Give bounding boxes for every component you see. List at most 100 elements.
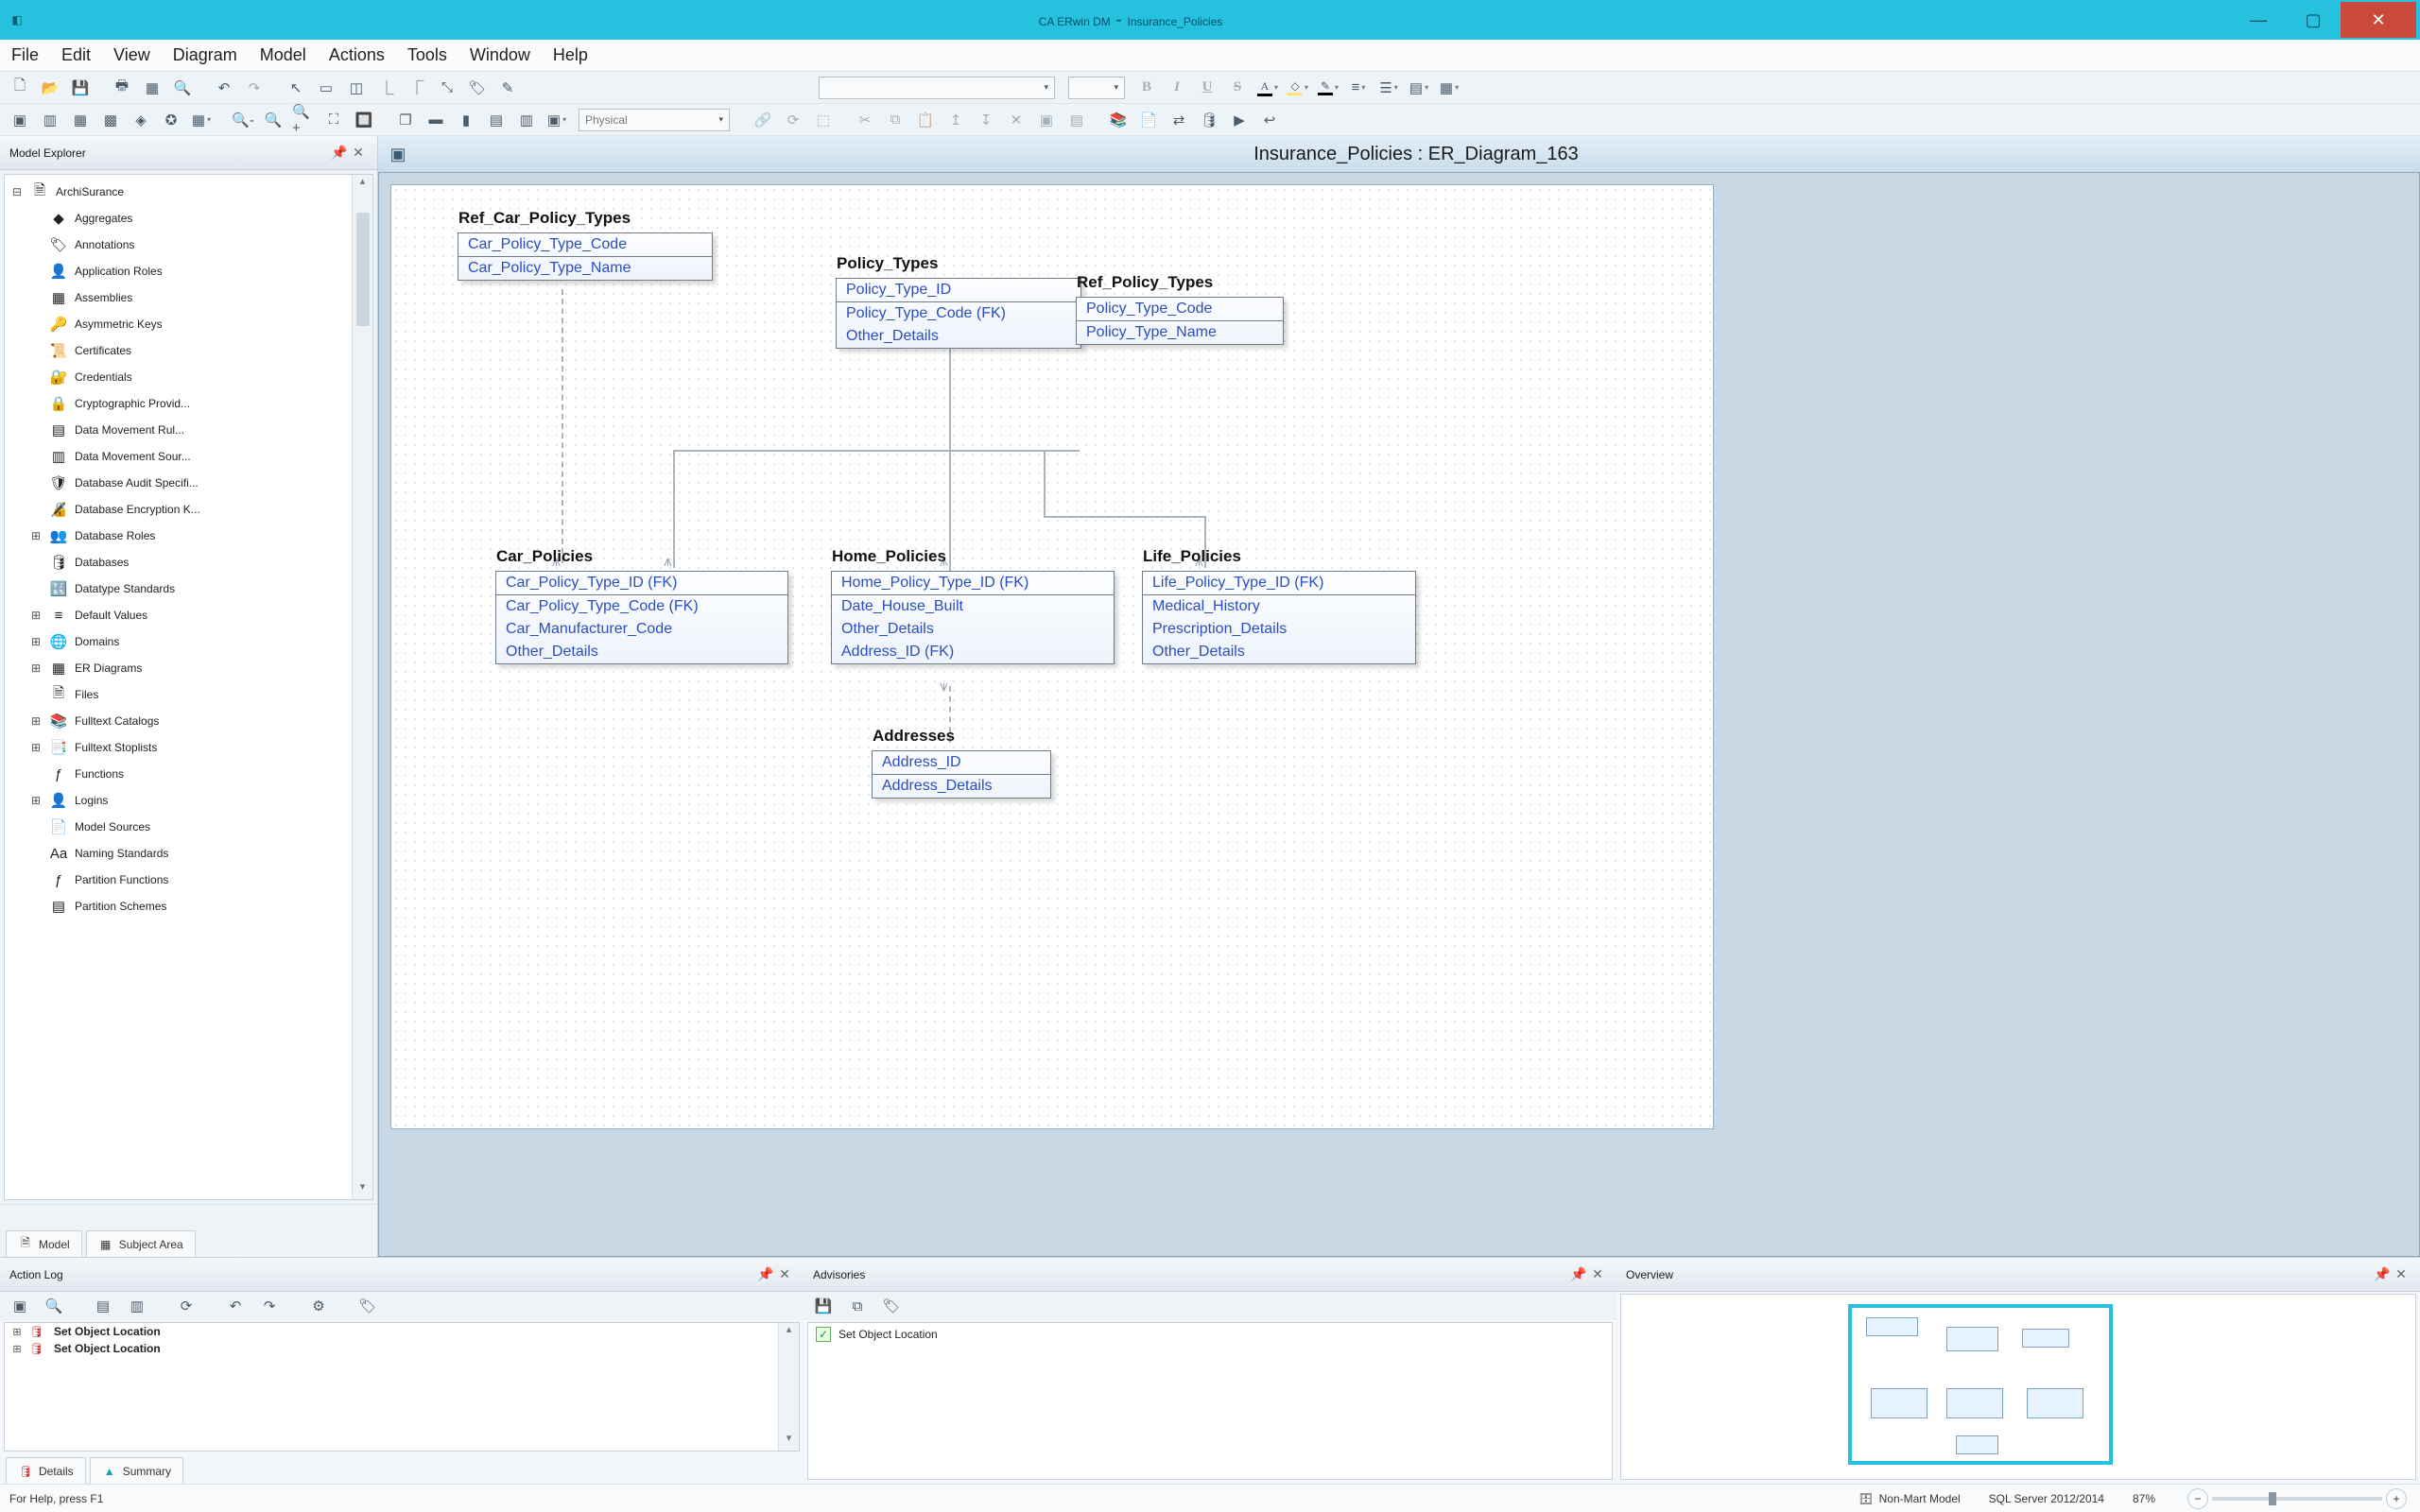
tree-item[interactable]: ⊞📑Fulltext Stoplists — [7, 734, 371, 761]
menu-view[interactable]: View — [113, 45, 150, 65]
al-tb-6-icon[interactable]: ↶ — [223, 1294, 248, 1318]
entity-car-policies[interactable]: Car_Policies Car_Policy_Type_ID (FK) Car… — [495, 571, 788, 664]
tree-item[interactable]: ƒPartition Functions — [7, 867, 371, 893]
diagram-canvas[interactable]: ⩚ ⩚ ⩚ ⩚ ⪪ ⩛ Ref_Car_Policy_Types Car_Pol… — [378, 172, 2420, 1257]
tree-item[interactable]: 📜Certificates — [7, 337, 371, 364]
tile-v-icon[interactable]: ▮ — [454, 108, 478, 132]
entity-attr[interactable]: Home_Policy_Type_ID (FK) — [832, 572, 1114, 594]
entity-attr[interactable]: Other_Details — [832, 618, 1114, 641]
tab-subject-area[interactable]: ▦Subject Area — [86, 1230, 196, 1257]
drawing-tool-icon[interactable]: ✎ — [495, 76, 520, 100]
pointer-icon[interactable]: ↖ — [284, 76, 308, 100]
adv-tb-save-icon[interactable]: 💾 — [811, 1294, 836, 1318]
entity-attr[interactable]: Address_ID (FK) — [832, 641, 1114, 663]
zoom-slider[interactable] — [2212, 1497, 2382, 1501]
cut-icon[interactable]: ✂ — [853, 108, 877, 132]
level-definition-icon[interactable]: ◈ — [129, 108, 153, 132]
entity-ref-car-policy-types[interactable]: Ref_Car_Policy_Types Car_Policy_Type_Cod… — [458, 232, 713, 281]
tree-item[interactable]: 🔐Credentials — [7, 364, 371, 390]
print-icon[interactable]: 🖶 — [110, 76, 134, 100]
tree-item[interactable]: 🛢Databases — [7, 549, 371, 576]
db-re-icon[interactable]: ⬚ — [811, 108, 836, 132]
bold-icon[interactable]: B — [1134, 76, 1159, 100]
entity-attr[interactable]: Policy_Type_Name — [1077, 321, 1283, 344]
menu-tools[interactable]: Tools — [407, 45, 447, 65]
menu-model[interactable]: Model — [260, 45, 306, 65]
explorer-scrollbar-v[interactable]: ▴▾ — [352, 175, 372, 1199]
fill-color-icon[interactable]: ◇ — [1286, 76, 1310, 100]
go-child-icon[interactable]: ↧ — [974, 108, 998, 132]
entity-attr[interactable]: Policy_Type_Code — [1077, 298, 1283, 320]
forward-eng-icon[interactable]: ▶ — [1227, 108, 1252, 132]
tab-details[interactable]: 🛢Details — [6, 1457, 86, 1484]
tree-item[interactable]: 📄Model Sources — [7, 814, 371, 840]
entity-attr[interactable]: Car_Policy_Type_Code (FK) — [496, 595, 787, 618]
tab-model[interactable]: 🗎Model — [6, 1230, 82, 1257]
entity-ref-policy-types[interactable]: Ref_Policy_Types Policy_Type_Code Policy… — [1076, 297, 1284, 345]
open-icon[interactable]: 📂 — [38, 76, 62, 100]
level-entity-icon[interactable]: ▣ — [8, 108, 32, 132]
t2-icon[interactable]: ▤ — [1064, 108, 1089, 132]
entity-addresses[interactable]: Addresses Address_ID Address_Details — [872, 750, 1051, 799]
rel-nonidentifying-icon[interactable]: ⎾ — [405, 76, 429, 100]
tree-item[interactable]: ⊞▦ER Diagrams — [7, 655, 371, 681]
pin-icon[interactable]: 📌 — [2373, 1266, 2392, 1282]
tree-item[interactable]: ⊞≡Default Values — [7, 602, 371, 628]
adv-tb-tag-icon[interactable]: 🏷 — [879, 1294, 904, 1318]
entity-policy-types[interactable]: Policy_Types Policy_Type_ID Policy_Type_… — [836, 278, 1081, 349]
zoom-normal-icon[interactable]: 🔍 — [261, 108, 285, 132]
al-tb-3-icon[interactable]: ▤ — [91, 1294, 115, 1318]
level-more-icon[interactable]: ▦ — [189, 108, 214, 132]
menu-help[interactable]: Help — [553, 45, 588, 65]
diagram-surface[interactable]: ⩚ ⩚ ⩚ ⩚ ⪪ ⩛ Ref_Car_Policy_Types Car_Pol… — [390, 184, 1714, 1129]
tree-item[interactable]: 🔏Database Encryption K... — [7, 496, 371, 523]
tree-item[interactable]: ⊞🌐Domains — [7, 628, 371, 655]
tree-item[interactable]: ▦Assemblies — [7, 284, 371, 311]
mart-icon[interactable]: 🛢 — [1197, 108, 1221, 132]
zoom-rect-icon[interactable]: 🔲 — [352, 108, 376, 132]
diagram-tab-icon[interactable]: ▣ — [384, 145, 412, 164]
entity-attr[interactable]: Car_Policy_Type_ID (FK) — [496, 572, 787, 594]
overview-body[interactable] — [1620, 1294, 2416, 1480]
find-icon[interactable]: 🔍 — [170, 76, 195, 100]
paste-icon[interactable]: 📋 — [913, 108, 938, 132]
align-icon[interactable]: ☰ — [1376, 76, 1401, 100]
rel-manytomany-icon[interactable]: ⤡ — [435, 76, 459, 100]
tab-summary[interactable]: ▲Summary — [90, 1457, 183, 1484]
db-connect-icon[interactable]: 🔗 — [751, 108, 775, 132]
entity-attr[interactable]: Life_Policy_Type_ID (FK) — [1143, 572, 1415, 594]
level-keys-icon[interactable]: ▩ — [98, 108, 123, 132]
cascade-icon[interactable]: ❐ — [393, 108, 418, 132]
minimize-button[interactable]: — — [2231, 2, 2286, 38]
zoom-out-icon[interactable]: 🔍- — [231, 108, 255, 132]
entity-attr[interactable]: Address_Details — [873, 775, 1050, 798]
delete-icon[interactable]: ✕ — [1004, 108, 1028, 132]
entity-life-policies[interactable]: Life_Policies Life_Policy_Type_ID (FK) M… — [1142, 571, 1416, 664]
entity-attr[interactable]: Prescription_Details — [1143, 618, 1415, 641]
action-log-row[interactable]: ⊞🛢Set Object Location — [5, 1323, 799, 1340]
tree-item[interactable]: AaNaming Standards — [7, 840, 371, 867]
redo-icon[interactable]: ↷ — [242, 76, 267, 100]
pin-icon[interactable]: 📌 — [1569, 1266, 1588, 1282]
tree-item[interactable]: ▥Data Movement Sour... — [7, 443, 371, 470]
font-size-dropdown[interactable]: ▾ — [1068, 77, 1125, 99]
report-icon[interactable]: 📄 — [1136, 108, 1161, 132]
undo-icon[interactable]: ↶ — [212, 76, 236, 100]
strike-icon[interactable]: S — [1225, 76, 1250, 100]
underline-icon[interactable]: U — [1195, 76, 1219, 100]
menu-edit[interactable]: Edit — [61, 45, 91, 65]
print-preview-icon[interactable]: ▦ — [140, 76, 164, 100]
complete-compare-icon[interactable]: ⇄ — [1167, 108, 1191, 132]
tree-item[interactable]: ▤Data Movement Rul... — [7, 417, 371, 443]
al-tb-7-icon[interactable]: ↷ — [257, 1294, 282, 1318]
view-mode-dropdown[interactable]: Physical▾ — [579, 109, 730, 131]
overview-viewport[interactable] — [1848, 1304, 2113, 1465]
close-button[interactable]: ✕ — [2341, 2, 2416, 38]
tree-item[interactable]: 👤Application Roles — [7, 258, 371, 284]
rel-identifying-icon[interactable]: ⎿ — [374, 76, 399, 100]
window-more-icon[interactable]: ▣ — [544, 108, 569, 132]
close-panel-icon[interactable]: ✕ — [2392, 1266, 2411, 1282]
italic-icon[interactable]: I — [1165, 76, 1189, 100]
menu-actions[interactable]: Actions — [329, 45, 385, 65]
pin-icon[interactable]: 📌 — [330, 145, 349, 161]
